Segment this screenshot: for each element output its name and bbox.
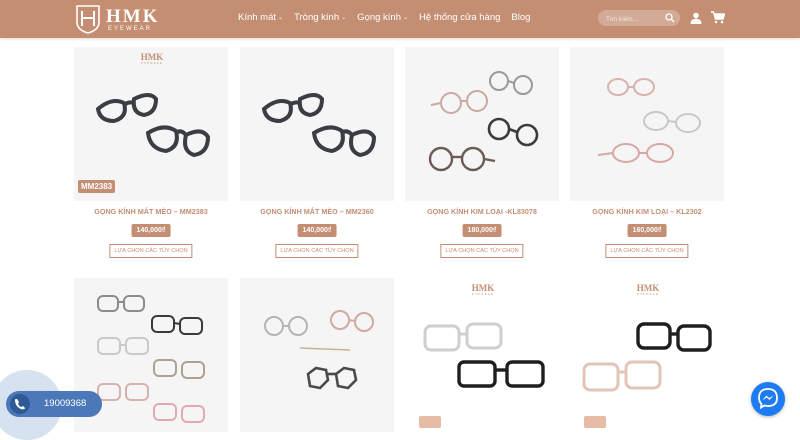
product-price: 140,000₫ — [131, 224, 171, 237]
messenger-icon — [758, 388, 778, 410]
product-price: 180,000₫ — [462, 224, 502, 237]
phone-icon-wrap[interactable] — [10, 394, 30, 414]
logo-shield-icon — [76, 5, 100, 34]
glasses-image — [264, 310, 374, 390]
product-image[interactable] — [405, 47, 559, 201]
brand-watermark: HMK EYEWEAR — [636, 283, 660, 296]
nav-kinh-mat[interactable]: Kính mát ⌄ — [238, 12, 283, 23]
search-icon[interactable] — [665, 13, 675, 23]
main-nav: Kính mát ⌄ Tròng kính ⌄ Gọng kính ⌄ Hệ t… — [238, 12, 541, 23]
glasses-image — [261, 93, 377, 158]
product-image[interactable]: HMK EYEWEAR — [570, 278, 724, 432]
cart-icon[interactable] — [711, 11, 725, 24]
search-box — [598, 10, 680, 26]
sku-tag: MM2383 — [78, 180, 116, 193]
glasses-image — [95, 93, 211, 158]
chevron-down-icon: ⌄ — [278, 15, 284, 21]
product-price: 160,000₫ — [627, 224, 667, 237]
nav-trong-kinh[interactable]: Tròng kính ⌄ — [294, 12, 346, 23]
glasses-image — [97, 295, 205, 423]
messenger-button[interactable] — [751, 382, 785, 416]
brand-watermark: HMK EYEWEAR — [471, 283, 495, 296]
user-icon[interactable] — [690, 12, 702, 24]
glasses-image — [597, 78, 701, 163]
nav-label: Gọng kính — [357, 12, 401, 23]
product-title[interactable]: GỌNG KÍNH KIM LOẠI -KL83078 — [405, 207, 559, 216]
brand-watermark: HMK EYEWEAR — [140, 52, 164, 65]
glasses-image — [428, 71, 539, 172]
product-title[interactable]: GỌNG KÍNH MẮT MÈO – MM2360 — [240, 207, 394, 216]
product-image[interactable] — [240, 47, 394, 201]
logo-subtext: EYEWEAR — [108, 26, 153, 32]
product-price: 140,000₫ — [297, 224, 337, 237]
product-image[interactable]: HMK EYEWEAR — [405, 278, 559, 432]
nav-gong-kinh[interactable]: Gọng kính ⌄ — [357, 12, 408, 23]
select-options-button[interactable]: LỰA CHỌN CÁC TÙY CHỌN — [275, 244, 359, 258]
glasses-image — [423, 322, 545, 388]
product-image[interactable] — [240, 278, 394, 432]
product-title[interactable]: GỌNG KÍNH KIM LOẠI – KL2302 — [570, 207, 724, 216]
nav-blog[interactable]: Blog — [511, 12, 530, 23]
nav-label: Hệ thống cửa hàng — [419, 12, 501, 23]
nav-label: Blog — [511, 12, 531, 23]
nav-label: Kính mát — [238, 12, 277, 23]
chevron-down-icon: ⌄ — [403, 15, 409, 21]
nav-label: Tròng kính — [294, 12, 340, 23]
product-title[interactable]: GỌNG KÍNH MẮT MÈO – MM2383 — [74, 207, 228, 216]
select-options-button[interactable]: LỰA CHỌN CÁC TÙY CHỌN — [440, 244, 524, 258]
search-input[interactable] — [604, 12, 668, 26]
select-options-button[interactable]: LỰA CHỌN CÁC TÙY CHỌN — [605, 244, 689, 258]
chevron-down-icon: ⌄ — [341, 15, 347, 21]
logo-text: HMK — [106, 6, 160, 27]
sku-tag — [419, 416, 441, 428]
site-header: HMK EYEWEAR Kính mát ⌄ Tròng kính ⌄ Gọng… — [0, 0, 800, 38]
logo[interactable]: HMK EYEWEAR — [74, 4, 164, 34]
glasses-image — [582, 322, 712, 392]
phone-number[interactable]: 19009368 — [44, 398, 86, 409]
nav-he-thong-cua-hang[interactable]: Hệ thống cửa hàng — [419, 12, 500, 23]
product-image[interactable]: HMK EYEWEAR MM2383 — [74, 47, 228, 201]
product-image[interactable] — [570, 47, 724, 201]
select-options-button[interactable]: LỰA CHỌN CÁC TÙY CHỌN — [109, 244, 193, 258]
sku-tag — [584, 416, 606, 428]
phone-icon — [15, 399, 25, 410]
